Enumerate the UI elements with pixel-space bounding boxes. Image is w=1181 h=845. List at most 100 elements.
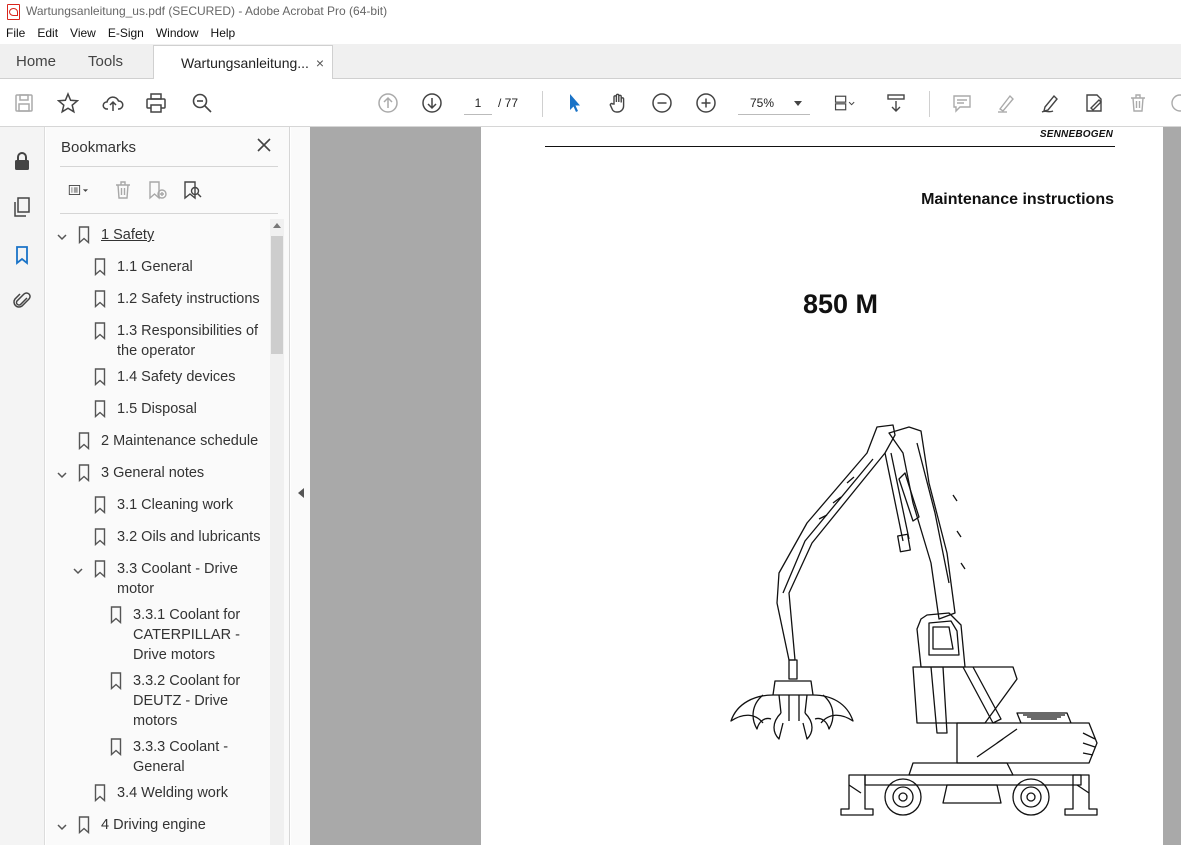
acrobat-pdf-icon <box>6 4 20 20</box>
bookmark-flag-icon <box>78 432 90 451</box>
menu-edit[interactable]: Edit <box>31 26 64 40</box>
star-icon[interactable] <box>54 89 82 117</box>
bookmark-flag-icon <box>110 672 122 691</box>
tab-home[interactable]: Home <box>0 44 72 78</box>
document-viewer[interactable]: SENNEBOGEN Maintenance instructions 850 … <box>310 127 1181 845</box>
bookmark-item-1-3-responsibilities[interactable]: 1.3 Responsibilities of the operator <box>46 321 270 361</box>
bookmark-flag-icon <box>110 606 122 625</box>
collapse-panel-handle[interactable] <box>291 127 310 845</box>
bookmark-label: 3.3 Coolant - Drive motor <box>117 561 238 597</box>
scroll-mode-icon[interactable] <box>882 89 910 117</box>
bookmark-label: 3.4 Welding work <box>117 785 228 801</box>
divider <box>60 213 278 214</box>
menu-bar: File Edit View E-Sign Window Help <box>0 22 1181 44</box>
page-total: / 77 <box>498 96 519 110</box>
scrollbar-thumb[interactable] <box>271 236 283 354</box>
chevron-down-icon[interactable] <box>72 563 84 575</box>
edit-document-icon[interactable] <box>1080 89 1108 117</box>
attachment-paperclip-icon[interactable] <box>10 288 34 312</box>
hand-tool-icon[interactable] <box>604 89 632 117</box>
search-zoom-icon[interactable] <box>188 89 216 117</box>
zoom-out-icon[interactable] <box>648 89 676 117</box>
bookmark-flag-icon <box>94 560 106 579</box>
scroll-up-icon[interactable] <box>273 223 281 228</box>
pages-thumbnail-icon[interactable] <box>10 195 34 219</box>
comment-icon[interactable] <box>948 89 976 117</box>
bookmark-item-3-3-2-coolant-deutz[interactable]: 3.3.2 Coolant for DEUTZ - Drive motors <box>46 671 270 729</box>
bookmark-label: 3.1 Cleaning work <box>117 497 234 513</box>
divider <box>60 166 278 167</box>
bookmark-label: 3.3.1 Coolant for CATERPILLAR - Drive mo… <box>133 607 241 663</box>
print-icon[interactable] <box>142 89 170 117</box>
bookmark-options-icon[interactable] <box>60 177 98 203</box>
bookmark-label: 3.2 Oils and lubricants <box>117 529 261 545</box>
bookmark-flag-icon <box>94 784 106 803</box>
sign-pen-icon[interactable] <box>1036 89 1064 117</box>
chevron-down-icon[interactable] <box>56 467 68 479</box>
bookmark-flag-icon <box>78 464 90 483</box>
tab-tools[interactable]: Tools <box>72 44 139 78</box>
zoom-level-select[interactable]: 75% <box>738 91 810 115</box>
menu-help[interactable]: Help <box>205 26 242 40</box>
bookmark-flag-icon <box>78 816 90 835</box>
bookmarks-header: Bookmarks <box>61 139 137 156</box>
bookmark-label: 4 Driving engine <box>101 817 206 833</box>
delete-trash-icon[interactable] <box>1124 89 1152 117</box>
bookmark-label: 1.2 Safety instructions <box>117 291 260 307</box>
zoom-in-icon[interactable] <box>692 89 720 117</box>
bookmark-flag-icon <box>94 290 106 309</box>
document-scrollbar[interactable] <box>1163 127 1181 845</box>
header-rule <box>545 146 1115 147</box>
left-rail <box>0 127 45 845</box>
bookmark-flag-icon <box>78 226 90 245</box>
bookmark-item-3-3-coolant-drive-motor[interactable]: 3.3 Coolant - Drive motor <box>46 559 270 599</box>
bookmark-item-4-driving-engine[interactable]: 4 Driving engine <box>46 815 270 845</box>
tab-document-label: Wartungsanleitung... <box>181 54 309 71</box>
toolbar-divider <box>929 91 930 117</box>
bookmark-label: 1.4 Safety devices <box>117 369 236 385</box>
bookmark-flag-icon <box>94 400 106 419</box>
bookmark-item-3-3-3-coolant-general[interactable]: 3.3.3 Coolant - General <box>46 737 270 777</box>
menu-esign[interactable]: E-Sign <box>102 26 150 40</box>
chevron-down-icon <box>794 101 802 106</box>
next-page-icon[interactable] <box>418 89 446 117</box>
bookmark-label: 1.1 General <box>117 259 193 275</box>
zoom-level-value: 75% <box>750 96 775 110</box>
menu-view[interactable]: View <box>64 26 102 40</box>
page-display-icon[interactable] <box>830 89 858 117</box>
bookmark-flag-icon <box>110 738 122 757</box>
select-cursor-icon[interactable] <box>560 89 588 117</box>
bookmarks-panel: Bookmarks 1 Safety 1.1 General 1.2 Safety … <box>46 127 290 845</box>
bookmarks-scrollbar[interactable] <box>270 219 284 845</box>
chevron-down-icon[interactable] <box>56 229 68 241</box>
lock-icon[interactable] <box>10 149 34 173</box>
collapse-arrow-icon <box>298 488 304 498</box>
chevron-down-icon[interactable] <box>56 819 68 831</box>
menu-window[interactable]: Window <box>150 26 205 40</box>
toolbar-divider <box>542 91 543 117</box>
menu-file[interactable]: File <box>0 26 31 40</box>
find-bookmark-icon[interactable] <box>179 177 205 203</box>
sennebogen-logo: SENNEBOGEN <box>1039 129 1113 140</box>
tab-document[interactable]: Wartungsanleitung... × <box>153 45 334 79</box>
save-icon[interactable] <box>10 89 38 117</box>
bookmark-label: 3.3.3 Coolant - General <box>133 739 229 775</box>
more-tools-icon[interactable] <box>1166 89 1181 117</box>
bookmark-label: 1.3 Responsibilities of the operator <box>117 323 259 359</box>
new-bookmark-icon[interactable] <box>144 177 170 203</box>
page-number-input[interactable]: 1 <box>464 91 492 115</box>
document-title: Maintenance instructions <box>921 191 1114 208</box>
bookmark-label: 1.5 Disposal <box>117 401 197 417</box>
bookmark-flag-icon <box>94 496 106 515</box>
highlight-pen-icon[interactable] <box>992 89 1020 117</box>
close-panel-icon[interactable] <box>255 136 273 154</box>
bookmark-item-3-3-1-coolant-caterpillar[interactable]: 3.3.1 Coolant for CATERPILLAR - Drive mo… <box>46 605 270 663</box>
upload-cloud-icon[interactable] <box>99 89 127 117</box>
bookmark-label: 3.3.2 Coolant for DEUTZ - Drive motors <box>133 673 241 729</box>
bookmark-list: 1 Safety 1.1 General 1.2 Safety instructio… <box>46 219 270 845</box>
bookmark-panel-icon[interactable] <box>10 243 34 267</box>
close-tab-icon[interactable]: × <box>316 55 324 71</box>
delete-bookmark-icon[interactable] <box>110 177 136 203</box>
pdf-page: SENNEBOGEN Maintenance instructions 850 … <box>481 127 1163 845</box>
previous-page-icon[interactable] <box>374 89 402 117</box>
